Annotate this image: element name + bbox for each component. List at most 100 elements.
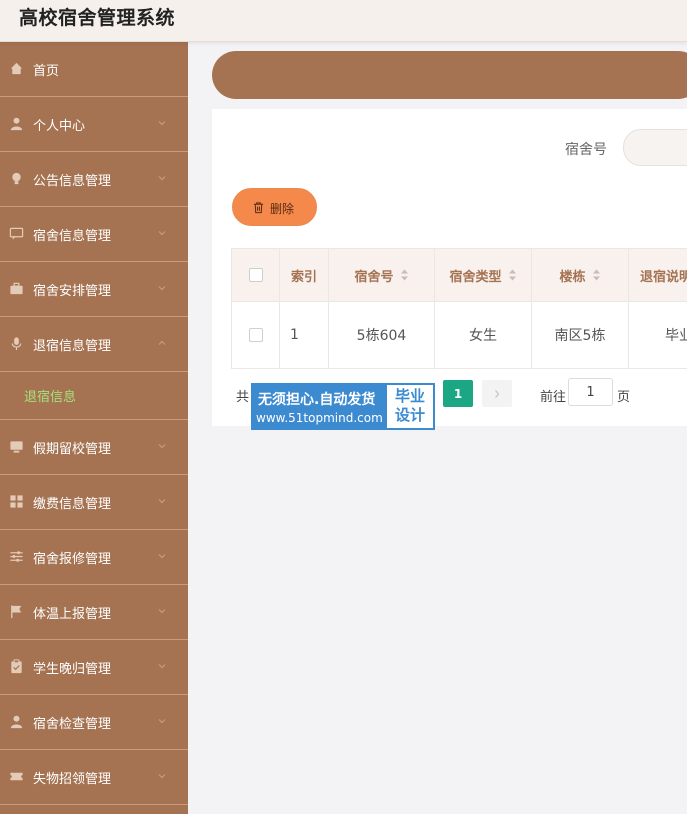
cell-type: 女生	[435, 302, 532, 368]
chevron-down-icon	[158, 609, 166, 614]
grid-icon	[10, 495, 23, 508]
column-header-type[interactable]: 宿舍类型	[435, 249, 532, 301]
sidebar-item-announcements[interactable]: 公告信息管理	[0, 152, 188, 207]
pagination-next-button[interactable]	[482, 380, 512, 407]
chat-icon	[9, 227, 24, 240]
user-icon	[10, 715, 23, 729]
column-header-building[interactable]: 楼栋	[532, 249, 629, 301]
chevron-down-icon	[158, 554, 166, 559]
sidebar-item-inspection[interactable]: 宿舍检查管理	[0, 695, 188, 750]
sidebar-item-label: 宿舍信息管理	[33, 229, 112, 244]
watermark-right-block: 毕业 设计	[390, 387, 430, 425]
select-all-checkbox[interactable]	[248, 268, 263, 282]
app-title: 高校宿舍管理系统	[19, 7, 176, 29]
sidebar-item-label: 退宿信息管理	[33, 339, 112, 354]
chevron-right-icon	[495, 389, 500, 398]
sidebar-item-label: 缴费信息管理	[33, 497, 112, 512]
pagination-goto-label: 前往	[540, 390, 567, 405]
column-header-note: 退宿说明	[629, 249, 687, 301]
column-header-label: 退宿说明	[640, 269, 687, 285]
pagination-page-unit: 页	[617, 390, 631, 405]
microphone-icon	[11, 337, 22, 351]
user-icon	[10, 117, 23, 131]
table-header-row: 索引 宿舍号 宿舍类型 楼栋 退宿说明	[232, 249, 687, 302]
monitor-icon	[10, 441, 23, 453]
pagination-goto-input[interactable]	[568, 378, 613, 406]
dorm-number-search-input[interactable]	[623, 129, 687, 166]
watermark-right-line1: 毕业	[394, 387, 425, 405]
chevron-down-icon	[158, 774, 166, 779]
bulb-icon	[12, 172, 21, 185]
chevron-down-icon	[158, 444, 166, 449]
sidebar-item-label: 个人中心	[33, 119, 86, 134]
watermark-left-block: 无须担心.自动发货 www.51topmind.com	[253, 385, 387, 428]
sidebar-item-personal[interactable]: 个人中心	[0, 97, 188, 152]
column-header-label: 宿舍号	[354, 269, 394, 285]
column-header-label: 宿舍类型	[449, 269, 502, 285]
chevron-down-icon	[158, 664, 166, 669]
watermark-right-line2: 设计	[394, 406, 425, 424]
submenu-item-checkout[interactable]: 退宿信息	[0, 372, 188, 420]
sidebar-item-label: 学生晚归管理	[33, 662, 112, 677]
cell-index: 1	[280, 302, 329, 368]
search-label: 宿舍号	[565, 142, 607, 158]
top-bar: 高校宿舍管理系统	[0, 0, 687, 42]
cell-note: 毕业	[665, 328, 687, 344]
delete-button[interactable]: 删除	[232, 188, 317, 226]
sidebar-item-label: 失物招领管理	[33, 772, 112, 787]
sidebar-item-label: 宿舍检查管理	[33, 717, 112, 732]
column-header-index: 索引	[280, 249, 329, 301]
chevron-down-icon	[158, 176, 166, 181]
pagination-total: 共	[236, 390, 250, 405]
briefcase-icon	[10, 282, 23, 295]
trash-icon	[253, 202, 264, 214]
row-checkbox[interactable]	[248, 328, 263, 342]
sidebar-item-dorm-info[interactable]: 宿舍信息管理	[0, 207, 188, 262]
cell-building: 南区5栋	[532, 302, 629, 368]
content-header-banner	[212, 51, 687, 99]
sidebar: 首页 个人中心 公告信息管理 宿舍信息管理 宿舍安排管理 退宿信息管理 退宿信息…	[0, 42, 188, 814]
clipboard-icon	[11, 659, 22, 674]
row-select-cell	[232, 302, 280, 368]
chevron-down-icon	[158, 121, 166, 126]
column-header-label: 索引	[290, 269, 317, 285]
sliders-icon	[10, 551, 23, 562]
sidebar-item-dorm-arrangement[interactable]: 宿舍安排管理	[0, 262, 188, 317]
sidebar-item-label: 宿舍报修管理	[33, 552, 112, 567]
chevron-down-icon	[158, 719, 166, 724]
sidebar-item-checkout-info[interactable]: 退宿信息管理	[0, 317, 188, 372]
chevron-down-icon	[158, 231, 166, 236]
sidebar-item-late-return[interactable]: 学生晚归管理	[0, 640, 188, 695]
sort-icon[interactable]	[592, 269, 601, 281]
sidebar-item-lost-found[interactable]: 失物招领管理	[0, 750, 188, 805]
chevron-down-icon	[158, 499, 166, 504]
sidebar-item-label: 公告信息管理	[33, 174, 112, 189]
submenu-item-label: 退宿信息	[24, 390, 77, 405]
column-header-label: 楼栋	[559, 269, 586, 285]
sidebar-item-holiday-stay[interactable]: 假期留校管理	[0, 420, 188, 475]
pagination-page-current[interactable]: 1	[443, 380, 473, 407]
watermark-url: www.51topmind.com	[256, 411, 383, 425]
sidebar-item-temperature[interactable]: 体温上报管理	[0, 585, 188, 640]
home-icon	[10, 62, 23, 75]
sidebar-item-label: 假期留校管理	[33, 442, 112, 457]
select-all-cell	[232, 249, 280, 301]
chevron-up-icon	[158, 340, 166, 345]
sidebar-item-label: 体温上报管理	[33, 607, 112, 622]
watermark-slogan: 无须担心.自动发货	[258, 392, 376, 408]
sort-icon[interactable]	[400, 269, 409, 281]
sidebar-item-repair[interactable]: 宿舍报修管理	[0, 530, 188, 585]
table-row[interactable]: 1 5栋604 女生 南区5栋 毕业	[232, 302, 687, 368]
ticket-icon	[10, 772, 23, 781]
watermark-badge: 无须担心.自动发货 www.51topmind.com 毕业 设计	[251, 383, 435, 430]
sidebar-item-label: 宿舍安排管理	[33, 284, 112, 299]
sort-icon[interactable]	[508, 269, 517, 281]
sidebar-item-payment[interactable]: 缴费信息管理	[0, 475, 188, 530]
column-header-room[interactable]: 宿舍号	[329, 249, 435, 301]
sidebar-item-home[interactable]: 首页	[0, 42, 188, 97]
flag-icon	[11, 605, 22, 619]
chevron-down-icon	[158, 286, 166, 291]
data-table: 索引 宿舍号 宿舍类型 楼栋 退宿说明 1 5栋604 女生 南区5栋 毕业	[231, 248, 687, 369]
cell-room: 5栋604	[329, 302, 435, 368]
delete-button-label: 删除	[270, 202, 295, 216]
